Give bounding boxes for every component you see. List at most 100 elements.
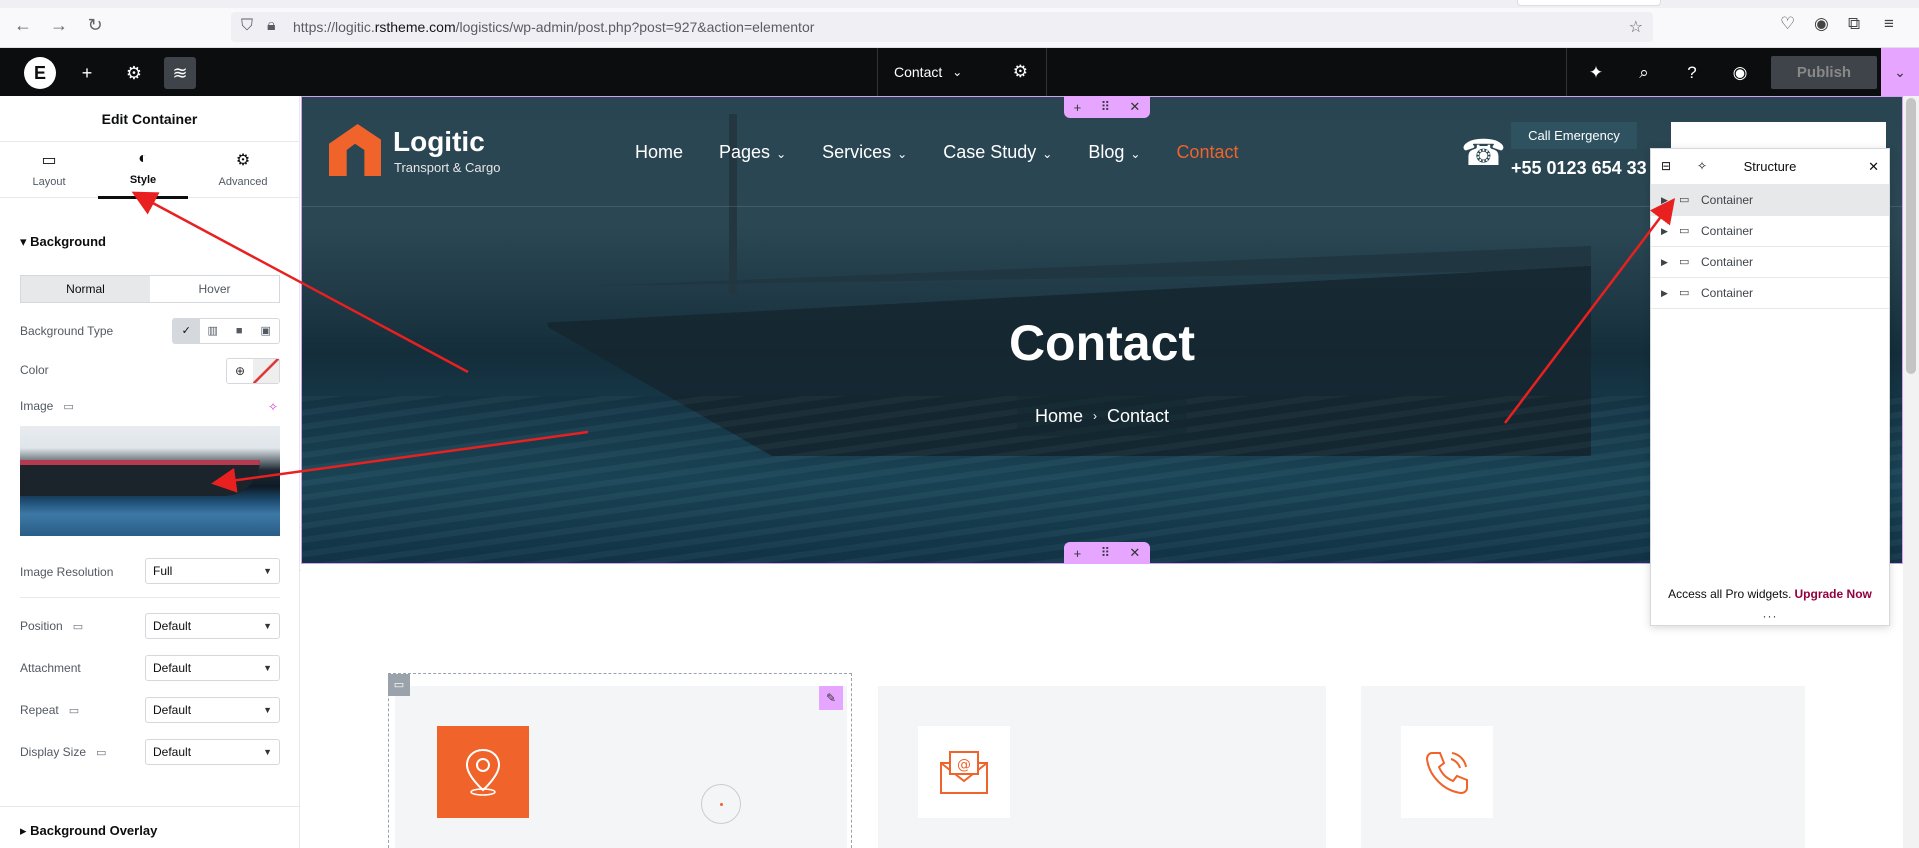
upgrade-now-link[interactable]: Upgrade Now bbox=[1795, 587, 1872, 601]
display-size-select[interactable]: Default ▼ bbox=[145, 739, 280, 765]
structure-layers-icon[interactable]: ≋ bbox=[164, 57, 196, 89]
shield-icon[interactable]: ⛉ bbox=[241, 17, 253, 35]
menu-item-contact[interactable]: Contact bbox=[1176, 142, 1238, 163]
document-title-menu[interactable]: Contact ⌄ ⚙ bbox=[877, 48, 1047, 96]
forward-icon[interactable]: → bbox=[48, 14, 70, 36]
close-icon[interactable]: ✕ bbox=[1129, 99, 1140, 115]
menu-label: Home bbox=[635, 142, 684, 162]
ai-sparkle-icon[interactable]: ✧ bbox=[268, 400, 278, 414]
publish-button[interactable]: Publish bbox=[1771, 56, 1877, 89]
help-icon[interactable]: ? bbox=[1679, 60, 1705, 86]
caret-right-icon[interactable]: ▶ bbox=[1661, 185, 1668, 215]
selected-card-outline bbox=[388, 673, 852, 848]
section-heading: Background Overlay bbox=[30, 823, 158, 838]
color-label: Color bbox=[20, 363, 49, 377]
menu-item-blog[interactable]: Blog ⌄ bbox=[1088, 142, 1140, 163]
container-select-icon[interactable]: ▭ bbox=[388, 674, 410, 696]
container-handle-bottom[interactable]: + ⠿ ✕ bbox=[1064, 542, 1150, 564]
select-value: Default bbox=[153, 661, 192, 675]
hover-tab[interactable]: Hover bbox=[150, 276, 279, 302]
canvas-scrollbar-thumb[interactable] bbox=[1906, 98, 1916, 374]
desktop-icon[interactable]: ▭ bbox=[63, 401, 73, 413]
edit-pencil-icon[interactable]: ✎ bbox=[819, 686, 843, 710]
desktop-icon[interactable]: ▭ bbox=[96, 747, 106, 759]
structure-item[interactable]: ▶ ▭ Container bbox=[1651, 185, 1889, 216]
address-bar[interactable]: ⛉ 🔒︎ https://logitic.rstheme.com/logisti… bbox=[231, 12, 1653, 42]
lock-icon[interactable]: 🔒︎ bbox=[267, 17, 276, 35]
tab-advanced[interactable]: ⚙ Advanced bbox=[198, 150, 288, 188]
menu-item-pages[interactable]: Pages ⌄ bbox=[719, 142, 786, 163]
structure-item[interactable]: ▶ ▭ Container bbox=[1651, 247, 1889, 278]
caret-right-icon[interactable]: ▶ bbox=[1661, 247, 1668, 277]
preview-eye-icon[interactable]: ◉ bbox=[1727, 60, 1753, 86]
select-value: Full bbox=[153, 564, 173, 578]
page-settings-icon[interactable]: ⚙ bbox=[1013, 62, 1028, 82]
gradient-icon[interactable]: ▥ bbox=[200, 319, 227, 343]
contact-card-email[interactable]: @ bbox=[878, 686, 1326, 848]
bookmark-star-icon[interactable]: ☆ bbox=[1629, 17, 1643, 37]
menu-item-services[interactable]: Services ⌄ bbox=[822, 142, 907, 163]
background-state-tabs: Normal Hover bbox=[20, 275, 280, 303]
caret-right-icon[interactable]: ▶ bbox=[1661, 278, 1668, 308]
tab-style[interactable]: ◐ Style bbox=[98, 150, 188, 186]
close-icon[interactable]: ✕ bbox=[1868, 159, 1879, 175]
global-colors-icon[interactable]: ⊕ bbox=[227, 359, 253, 383]
container-icon: ▭ bbox=[1679, 225, 1690, 237]
menu-item-case-study[interactable]: Case Study ⌄ bbox=[943, 142, 1052, 163]
close-icon[interactable]: ✕ bbox=[1129, 545, 1140, 561]
container-handle-top[interactable]: + ⠿ ✕ bbox=[1064, 96, 1150, 118]
url-text[interactable]: https://logitic.rstheme.com/logistics/wp… bbox=[293, 19, 814, 35]
breadcrumb-current: Contact bbox=[1106, 405, 1170, 426]
search-icon[interactable]: ⌕ bbox=[1631, 60, 1657, 86]
add-icon[interactable]: + bbox=[1074, 546, 1082, 561]
position-label-row: Position ▭ bbox=[20, 619, 83, 633]
resize-handle-icon[interactable]: ··· bbox=[1651, 609, 1889, 623]
tab-layout[interactable]: ▭ Layout bbox=[4, 150, 94, 188]
back-icon[interactable]: ← bbox=[12, 14, 34, 36]
image-resolution-select[interactable]: Full ▼ bbox=[145, 558, 280, 584]
edit-panel: Edit Container ▭ Layout ◐ Style ⚙ Advanced … bbox=[0, 96, 300, 848]
desktop-icon[interactable]: ▭ bbox=[73, 621, 83, 633]
background-image-preview[interactable] bbox=[20, 426, 280, 536]
menu-icon[interactable]: ≡ bbox=[1884, 14, 1894, 34]
attachment-select[interactable]: Default ▼ bbox=[145, 655, 280, 681]
structure-item[interactable]: ▶ ▭ Container bbox=[1651, 216, 1889, 247]
publish-options-chevron-icon[interactable]: ⌄ bbox=[1881, 48, 1919, 96]
position-select[interactable]: Default ▼ bbox=[145, 613, 280, 639]
account-icon[interactable]: ◉ bbox=[1814, 14, 1829, 34]
tab-label: Style bbox=[129, 174, 157, 186]
position-label: Position bbox=[20, 619, 63, 633]
elementor-logo-icon[interactable]: E bbox=[24, 57, 56, 89]
normal-tab[interactable]: Normal bbox=[21, 276, 150, 302]
display-size-label-row: Display Size ▭ bbox=[20, 745, 106, 759]
add-element-icon[interactable]: + bbox=[71, 57, 103, 89]
contact-card-phone[interactable] bbox=[1361, 686, 1805, 848]
browser-tab[interactable] bbox=[1517, 0, 1661, 6]
drag-handle-icon[interactable]: ⠿ bbox=[1101, 545, 1111, 561]
breadcrumb-home[interactable]: Home bbox=[1035, 406, 1083, 427]
structure-item[interactable]: ▶ ▭ Container bbox=[1651, 278, 1889, 309]
url-domain: rstheme.com bbox=[374, 19, 456, 35]
extensions-icon[interactable]: ⧉ bbox=[1848, 14, 1860, 34]
site-settings-icon[interactable]: ⚙ bbox=[118, 57, 150, 89]
drag-handle-icon[interactable]: ⠿ bbox=[1101, 99, 1111, 115]
slideshow-icon[interactable]: ▣ bbox=[253, 319, 280, 343]
logo-mark-icon bbox=[329, 124, 381, 176]
caret-right-icon[interactable]: ▶ bbox=[1661, 216, 1668, 246]
emergency-phone[interactable]: +55 0123 654 33 bbox=[1511, 158, 1647, 179]
color-swatch[interactable] bbox=[253, 359, 279, 383]
background-type-label: Background Type bbox=[20, 324, 114, 338]
classic-brush-icon[interactable]: ✓ bbox=[173, 319, 200, 343]
pocket-icon[interactable]: ♡ bbox=[1780, 14, 1795, 34]
add-icon[interactable]: + bbox=[1074, 100, 1082, 115]
notifications-icon[interactable]: ✦ bbox=[1583, 60, 1609, 86]
background-section-toggle[interactable]: ▾ Background bbox=[20, 234, 106, 250]
video-icon[interactable]: ■ bbox=[226, 319, 253, 343]
image-label-row: Image ▭ bbox=[20, 399, 74, 413]
desktop-icon[interactable]: ▭ bbox=[69, 705, 79, 717]
repeat-select[interactable]: Default ▼ bbox=[145, 697, 280, 723]
background-overlay-section-toggle[interactable]: ▸ Background Overlay bbox=[20, 823, 157, 839]
reload-icon[interactable]: ↻ bbox=[84, 14, 106, 36]
ship-hull bbox=[20, 460, 260, 496]
menu-item-home[interactable]: Home bbox=[635, 142, 683, 163]
